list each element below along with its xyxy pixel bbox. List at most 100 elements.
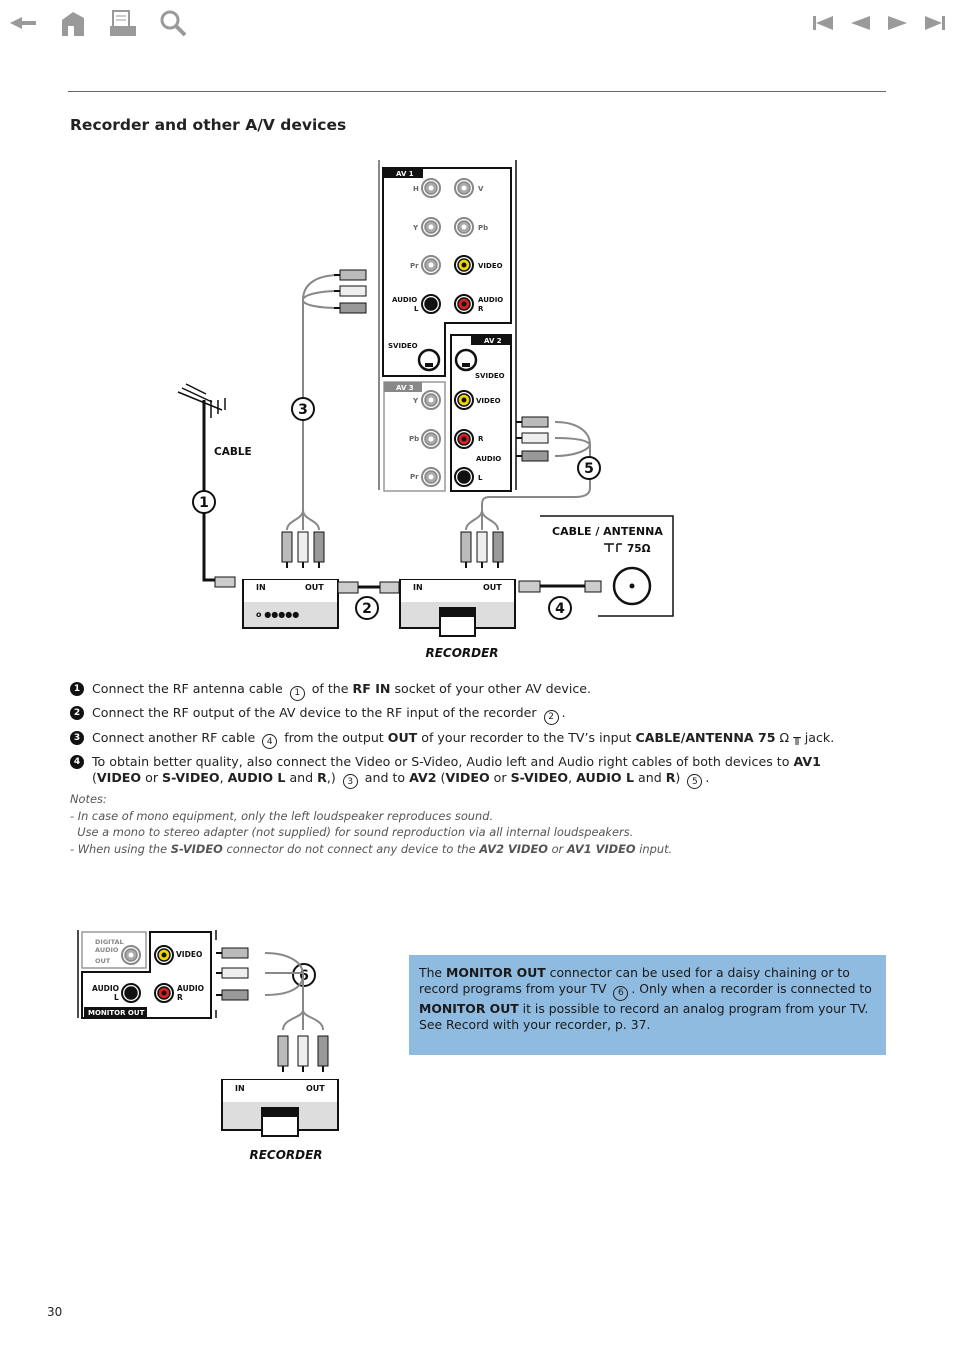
rca-jack-icon — [454, 390, 474, 410]
svg-text:L: L — [114, 993, 119, 1002]
bold-text: R — [317, 769, 327, 785]
svg-text:AUDIO: AUDIO — [177, 984, 204, 993]
bold-text: MONITOR OUT — [445, 965, 546, 980]
step-text: To obtain better quality, also connect t… — [92, 754, 850, 790]
back-arrow-icon[interactable] — [8, 8, 38, 38]
text: of your recorder to the TV’s input — [417, 729, 636, 745]
callout-ref: 3 — [342, 774, 358, 790]
text: from the output — [280, 729, 388, 745]
callout-number: 4 — [548, 596, 572, 620]
page-title: Recorder and other A/V devices — [70, 116, 347, 134]
rca-jack-icon — [454, 467, 474, 487]
av3-panel — [383, 381, 446, 492]
bold-text: AV1 — [793, 753, 821, 769]
step-number: 2 — [70, 706, 84, 721]
svg-text:SVIDEO: SVIDEO — [475, 372, 505, 380]
rca-jack-icon — [154, 945, 174, 965]
svg-text:Y: Y — [412, 397, 419, 405]
previous-page-icon[interactable] — [846, 8, 876, 38]
print-icon[interactable] — [108, 8, 138, 38]
bold-text: R — [665, 769, 676, 785]
rca-jack-icon — [454, 294, 474, 314]
home-icon[interactable] — [58, 8, 88, 38]
svg-text:AUDIO: AUDIO — [392, 296, 417, 304]
text: connector do not connect any device to t… — [222, 841, 480, 856]
step-text: Connect another RF cable 4 from the outp… — [92, 730, 834, 750]
rca-plug-icon — [281, 531, 293, 568]
rca-plug-icon — [516, 432, 549, 444]
svg-text:Pb: Pb — [409, 435, 419, 443]
text: . — [705, 769, 710, 785]
rca-plug-icon — [492, 531, 504, 568]
text: , — [219, 769, 228, 785]
rca-jack-icon — [421, 429, 441, 449]
connection-diagram: AV 1 AV 2 AV 3 H V Y Pb Pr VIDEO AUDIO L… — [77, 160, 674, 1162]
svg-text:75Ω: 75Ω — [627, 543, 651, 555]
rca-plug-icon — [460, 531, 472, 568]
step-item: 1 Connect the RF antenna cable 1 of the R… — [70, 681, 850, 701]
rca-jack-icon — [421, 217, 441, 237]
callout-number: 1 — [192, 490, 216, 514]
step-number: 1 — [70, 682, 84, 696]
callout-number: 2 — [355, 596, 379, 620]
svideo-jack-icon — [454, 348, 478, 372]
svg-text:Pr: Pr — [410, 262, 419, 270]
svg-text:L: L — [414, 305, 419, 313]
text: - When using the — [70, 841, 171, 856]
recorder-device-2 — [221, 1079, 339, 1131]
last-page-icon[interactable] — [920, 8, 950, 38]
first-page-icon[interactable] — [808, 8, 838, 38]
bold-text: S-VIDEO — [162, 769, 220, 785]
rca-jack-icon — [421, 467, 441, 487]
bold-text: S-VIDEO — [510, 769, 569, 785]
antenna-socket — [612, 566, 652, 606]
text: Ω ╥ jack. — [775, 729, 835, 745]
step-item: 4 To obtain better quality, also connect … — [70, 754, 850, 790]
rca-plug-icon — [334, 269, 367, 281]
rca-jack-icon — [421, 178, 441, 198]
text: . Only when a recorder is connected to — [631, 981, 872, 996]
rca-plug-icon — [297, 531, 309, 568]
svg-text:1: 1 — [199, 495, 209, 511]
rca-jack-icon — [454, 255, 474, 275]
recorder-device — [399, 579, 516, 629]
svg-text:AUDIO: AUDIO — [476, 455, 501, 463]
instruction-steps: 1 Connect the RF antenna cable 1 of the R… — [70, 681, 850, 794]
svg-text:DIGITAL: DIGITAL — [95, 938, 124, 946]
text: ,) — [326, 769, 340, 785]
svg-text:OUT: OUT — [483, 583, 502, 592]
svg-text:CABLE / ANTENNA: CABLE / ANTENNA — [552, 525, 663, 538]
text: input. — [635, 841, 673, 856]
note-line: - When using the S-VIDEO connector do no… — [70, 841, 672, 858]
rca-plug-icon — [317, 1035, 329, 1072]
next-page-icon[interactable] — [882, 8, 912, 38]
svg-text:AV 1: AV 1 — [396, 170, 414, 178]
bold-text: MONITOR OUT — [419, 1000, 519, 1016]
search-icon[interactable] — [158, 8, 188, 38]
rca-plug-icon — [334, 302, 367, 314]
av-device — [242, 579, 339, 629]
monitor-out-info-box: The MONITOR OUT connector can be used fo… — [409, 955, 886, 1055]
rca-plug-icon — [216, 967, 249, 979]
svg-text:VIDEO: VIDEO — [176, 950, 202, 959]
text: and — [285, 769, 318, 785]
svg-text:OUT: OUT — [95, 957, 111, 965]
svg-text:SVIDEO: SVIDEO — [388, 342, 418, 350]
step-number: 4 — [70, 754, 84, 769]
callout-ref: 1 — [289, 685, 305, 701]
text: Connect the RF output of the AV device t… — [92, 705, 541, 721]
step-text: Connect the RF output of the AV device t… — [92, 705, 566, 725]
text: . — [561, 705, 566, 721]
svg-text:V: V — [478, 185, 484, 193]
rca-jack-icon — [121, 983, 141, 1003]
bold-text: VIDEO — [445, 769, 490, 785]
text: The — [419, 965, 446, 980]
notes: Notes: - In case of mono equipment, only … — [70, 791, 672, 857]
bold-text: VIDEO — [96, 769, 142, 785]
svg-text:2: 2 — [362, 601, 372, 617]
svg-text:R: R — [478, 435, 484, 443]
rca-jack-icon — [454, 178, 474, 198]
bold-text: CABLE/ANTENNA 75 — [635, 729, 776, 745]
bold-text: AUDIO L — [227, 769, 286, 785]
text: , — [568, 769, 577, 785]
